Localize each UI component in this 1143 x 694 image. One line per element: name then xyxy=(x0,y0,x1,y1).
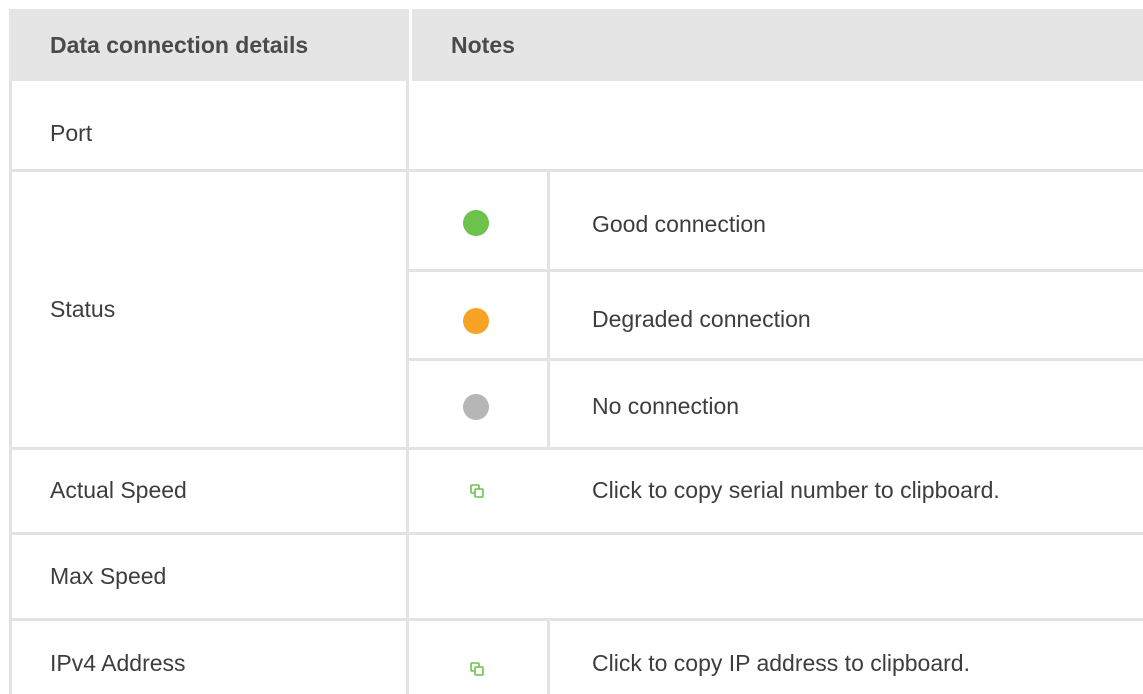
row-label-ipv4: IPv4 Address xyxy=(50,650,186,676)
connection-details-table: Data connection details Notes Port Statu… xyxy=(0,0,1143,694)
row-separator xyxy=(406,358,1143,361)
ipv4-note: Click to copy IP address to clipboard. xyxy=(592,650,970,676)
row-label-port: Port xyxy=(50,120,93,146)
orange-dot-icon xyxy=(463,308,489,334)
copy-icon[interactable] xyxy=(470,484,484,498)
header-notes: Notes xyxy=(451,32,515,58)
column-divider xyxy=(406,81,409,694)
header-data-connection-details: Data connection details xyxy=(50,32,309,58)
status-good-text: Good connection xyxy=(592,211,766,237)
row-separator xyxy=(9,447,1143,450)
copy-icon[interactable] xyxy=(470,662,484,676)
ipv4-inner-divider xyxy=(547,621,550,694)
row-separator xyxy=(9,618,1143,621)
actual-speed-note: Click to copy serial number to clipboard… xyxy=(592,477,1000,503)
header-divider xyxy=(409,9,412,81)
status-degraded-text: Degraded connection xyxy=(592,306,811,332)
row-separator xyxy=(9,169,1143,172)
green-dot-icon xyxy=(463,210,489,236)
row-label-max-speed: Max Speed xyxy=(50,563,167,589)
row-label-actual-speed: Actual Speed xyxy=(50,477,187,503)
table-left-border xyxy=(9,81,12,694)
row-label-status: Status xyxy=(50,296,116,322)
table-header: Data connection details Notes xyxy=(9,9,1143,81)
status-none-text: No connection xyxy=(592,393,740,419)
gray-dot-icon xyxy=(463,394,489,420)
row-separator xyxy=(9,532,1143,535)
status-inner-divider xyxy=(547,172,550,447)
row-separator xyxy=(406,269,1143,272)
